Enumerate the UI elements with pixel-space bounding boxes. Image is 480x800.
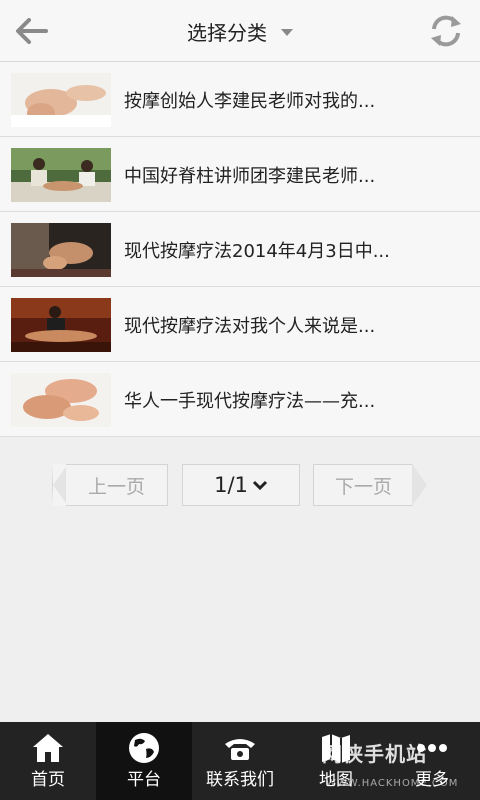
article-title: 现代按摩疗法2014年4月3日中...: [124, 240, 390, 262]
article-thumbnail: [11, 73, 111, 127]
tab-platform[interactable]: 平台: [96, 722, 192, 800]
list-item[interactable]: 现代按摩疗法2014年4月3日中...: [0, 212, 480, 287]
back-button[interactable]: [12, 14, 52, 48]
globe-icon: [126, 730, 162, 766]
list-item[interactable]: 按摩创始人李建民老师对我的...: [0, 62, 480, 137]
tab-label: 首页: [31, 770, 65, 790]
chevron-down-icon: [281, 29, 293, 36]
page-indicator: 1/1: [214, 473, 248, 497]
list-item[interactable]: 中国好脊柱讲师团李建民老师...: [0, 137, 480, 212]
list-item[interactable]: 华人一手现代按摩疗法——充...: [0, 362, 480, 437]
list-item[interactable]: 现代按摩疗法对我个人来说是...: [0, 287, 480, 362]
article-thumbnail: [11, 223, 111, 277]
header-bar: 选择分类: [0, 0, 480, 62]
article-list: 按摩创始人李建民老师对我的... 中国好脊柱讲师团李建民老师... 现代按摩疗法…: [0, 62, 480, 437]
next-page-button[interactable]: 下一页: [313, 464, 413, 506]
watermark-url: WWW.HACKHOME.COM: [326, 778, 459, 789]
tab-contact[interactable]: 联系我们: [192, 722, 288, 800]
refresh-icon: [431, 15, 461, 47]
prev-page-button[interactable]: 上一页: [66, 464, 168, 506]
refresh-button[interactable]: [426, 12, 466, 50]
phone-icon: [222, 730, 258, 766]
tab-home[interactable]: 首页: [0, 722, 96, 800]
back-arrow-icon: [16, 18, 48, 44]
pagination: 上一页 1/1 下一页: [0, 464, 480, 506]
article-thumbnail: [11, 148, 111, 202]
article-thumbnail: [11, 373, 111, 427]
article-title: 现代按摩疗法对我个人来说是...: [124, 315, 376, 337]
watermark-text: 网侠手机站: [322, 742, 427, 766]
article-title: 华人一手现代按摩疗法——充...: [124, 390, 376, 412]
chevron-down-icon: [252, 480, 267, 491]
tab-label: 联系我们: [206, 770, 274, 790]
page-selector[interactable]: 1/1: [182, 464, 300, 506]
article-title: 中国好脊柱讲师团李建民老师...: [124, 165, 376, 187]
article-thumbnail: [11, 298, 111, 352]
article-title: 按摩创始人李建民老师对我的...: [124, 90, 376, 112]
page-title: 选择分类: [187, 20, 267, 45]
category-selector[interactable]: 选择分类: [150, 0, 330, 62]
next-arrow-tip: [412, 464, 427, 506]
home-icon: [30, 730, 66, 766]
tab-label: 平台: [127, 770, 161, 790]
